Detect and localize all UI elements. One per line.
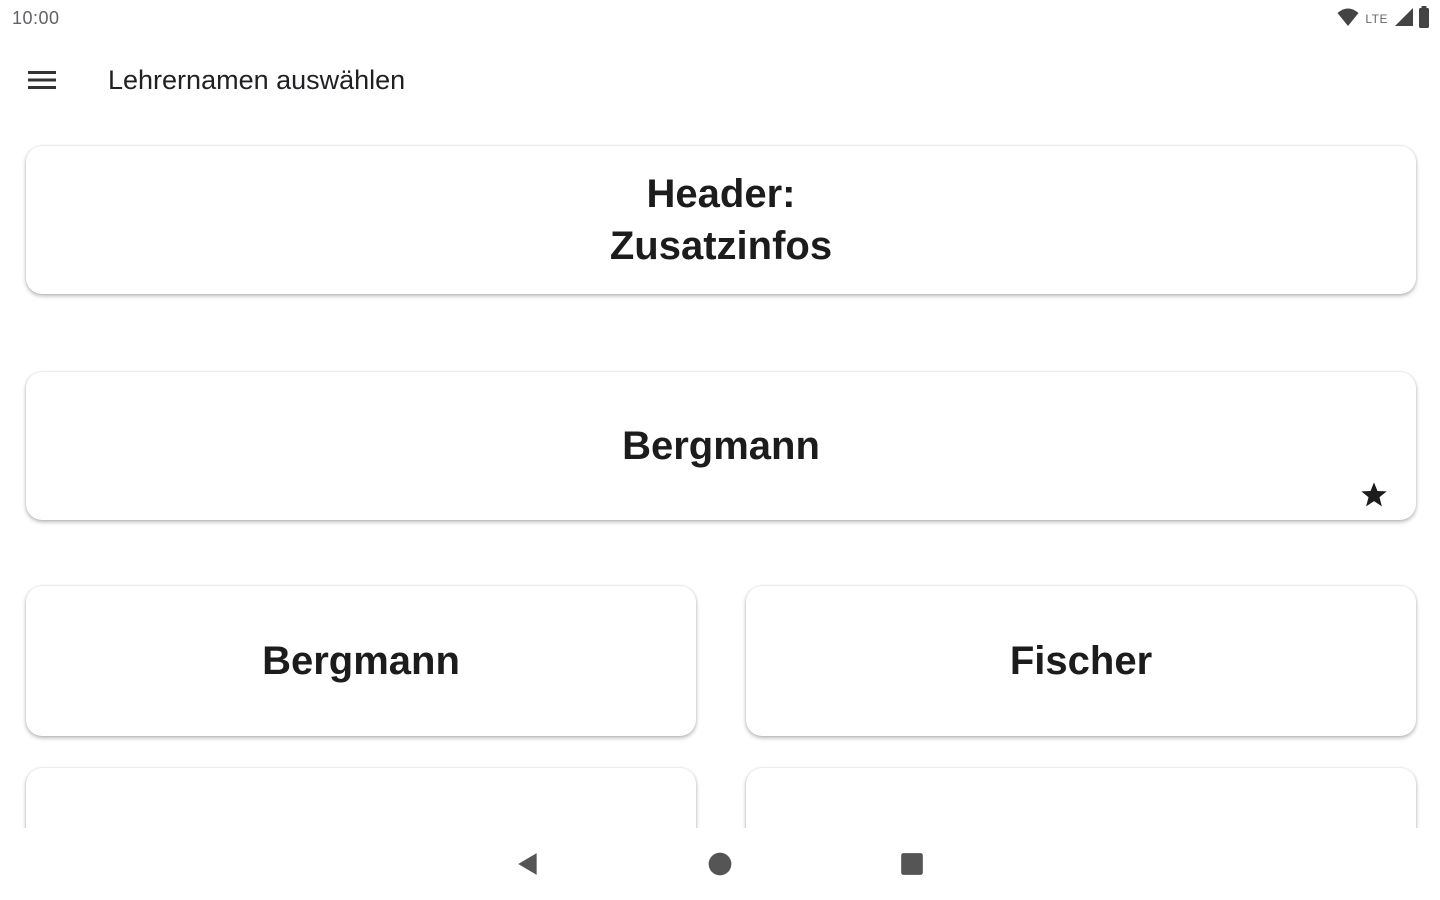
favorite-teacher-card[interactable]: Bergmann bbox=[26, 372, 1416, 520]
teacher-card[interactable] bbox=[746, 768, 1416, 828]
app-bar: Lehrernamen auswählen bbox=[0, 48, 1440, 112]
teacher-card[interactable]: Fischer bbox=[746, 586, 1416, 736]
teacher-card[interactable]: Bergmann bbox=[26, 586, 696, 736]
status-icons: LTE bbox=[1337, 5, 1430, 33]
wifi-icon bbox=[1337, 7, 1359, 32]
home-icon[interactable] bbox=[702, 846, 738, 882]
hamburger-menu-icon[interactable] bbox=[24, 62, 60, 98]
teacher-card-label: Bergmann bbox=[262, 639, 460, 683]
app-title: Lehrernamen auswählen bbox=[108, 65, 406, 95]
network-type-label: LTE bbox=[1365, 12, 1388, 26]
back-icon[interactable] bbox=[510, 846, 546, 882]
teacher-list[interactable]: Header: Zusatzinfos Bergmann Bergmann Fi… bbox=[0, 128, 1440, 828]
battery-icon bbox=[1418, 5, 1430, 33]
cell-signal-icon bbox=[1394, 7, 1414, 32]
star-icon bbox=[1358, 472, 1390, 507]
status-bar: 10:00 LTE bbox=[0, 0, 1440, 38]
status-time: 10:00 bbox=[12, 8, 60, 28]
recents-icon[interactable] bbox=[894, 846, 930, 882]
favorite-teacher-label: Bergmann bbox=[622, 424, 820, 468]
header-card-line1: Header: bbox=[646, 172, 796, 216]
system-navigation-bar bbox=[0, 828, 1440, 900]
header-card-line2: Zusatzinfos bbox=[609, 224, 833, 268]
teacher-card[interactable] bbox=[26, 768, 696, 828]
header-card: Header: Zusatzinfos bbox=[26, 146, 1416, 294]
teacher-card-label: Fischer bbox=[1009, 639, 1153, 683]
